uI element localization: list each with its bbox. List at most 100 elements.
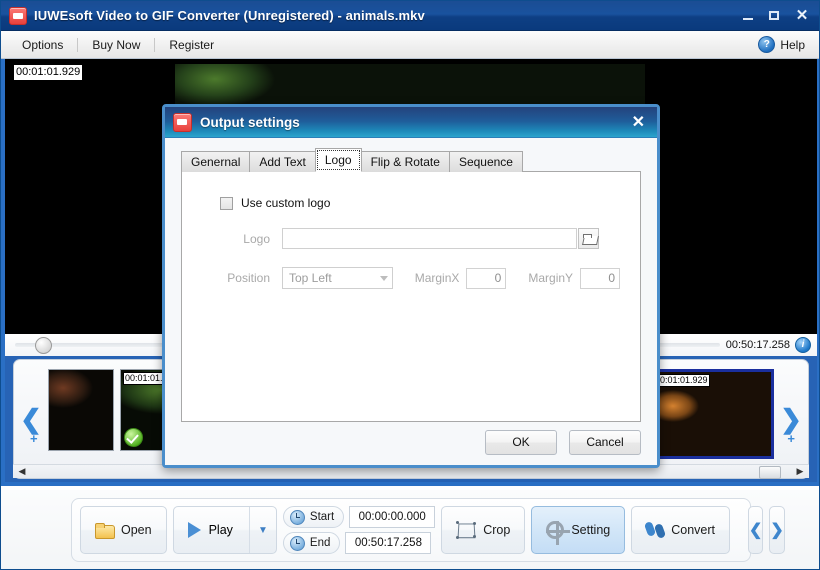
list-item-selected[interactable]: 00:01:01.929 — [648, 369, 774, 459]
tab-logo[interactable]: Logo — [314, 148, 362, 172]
chevron-left-icon: ❮ — [20, 403, 42, 434]
toolbar-panel: Open Play ▼ Start 00:00:00.000 End 00:50… — [71, 498, 785, 562]
trim-time-group: Start 00:00:00.000 End 00:50:17.258 — [282, 506, 436, 554]
use-custom-logo-label: Use custom logo — [241, 196, 331, 210]
start-time-input[interactable]: 00:00:00.000 — [349, 506, 436, 528]
dialog-title-bar: Output settings ✕ — [165, 107, 657, 137]
thumbnail-timestamp: 00:01:01.929 — [653, 374, 710, 387]
application-window: IUWEsoft Video to GIF Converter (Unregis… — [0, 0, 820, 570]
gear-icon — [546, 521, 571, 545]
logo-field-label: Logo — [243, 231, 270, 246]
tab-sequence[interactable]: Sequence — [448, 151, 523, 172]
position-label: Position — [227, 271, 270, 285]
menu-item-help[interactable]: ? Help — [758, 36, 813, 53]
marginx-label: MarginX — [414, 271, 460, 285]
marginy-input[interactable]: 0 — [580, 267, 621, 289]
clock-icon — [289, 535, 305, 551]
end-label: End — [309, 537, 331, 549]
play-icon — [187, 522, 201, 538]
start-label: Start — [309, 511, 335, 523]
question-mark-icon: ? — [758, 36, 776, 53]
open-label: Open — [121, 523, 152, 537]
open-button[interactable]: Open — [80, 506, 167, 554]
tab-flip-rotate[interactable]: Flip & Rotate — [360, 151, 450, 172]
tab-genernal[interactable]: Genernal — [181, 151, 251, 172]
dialog-tabs: Genernal Add Text Logo Flip & Rotate Seq… — [181, 148, 645, 172]
menu-divider — [77, 37, 79, 52]
play-dropdown-button[interactable]: ▼ — [248, 507, 276, 553]
list-item[interactable] — [48, 369, 114, 451]
menu-bar: Options Buy Now Register ? Help — [1, 31, 819, 59]
add-next-frame-button[interactable]: ❯ + — [774, 360, 808, 478]
bottom-toolbar: Open Play ▼ Start 00:00:00.000 End 00:50… — [1, 490, 819, 569]
output-settings-dialog: Output settings ✕ Genernal Add Text Logo… — [162, 104, 660, 468]
play-button-group[interactable]: Play ▼ — [172, 506, 277, 554]
crop-button[interactable]: Crop — [441, 506, 526, 554]
start-button[interactable]: Start — [282, 506, 345, 528]
dialog-body: Genernal Add Text Logo Flip & Rotate Seq… — [165, 137, 657, 465]
add-prev-frame-button[interactable]: ❮ + — [14, 360, 48, 478]
nav-next-button[interactable]: ❯ — [769, 506, 785, 554]
convert-label: Convert — [671, 523, 716, 537]
maximize-button[interactable] — [768, 9, 782, 23]
menu-item-buy-now[interactable]: Buy Now — [79, 35, 153, 55]
position-selected-value: Top Left — [289, 271, 332, 285]
plus-icon: + — [30, 431, 38, 446]
chevron-down-icon — [379, 275, 388, 281]
clock-icon — [289, 509, 305, 525]
marginy-label: MarginY — [528, 271, 574, 285]
close-button[interactable]: ✕ — [795, 8, 809, 23]
plus-icon: + — [787, 431, 795, 446]
window-title: IUWEsoft Video to GIF Converter (Unregis… — [34, 8, 425, 23]
play-label: Play — [208, 523, 233, 537]
marginx-input[interactable]: 0 — [466, 267, 507, 289]
logo-path-input[interactable] — [282, 228, 577, 249]
start-time-row: Start 00:00:00.000 — [282, 506, 436, 528]
use-custom-logo-checkbox[interactable] — [220, 196, 233, 210]
scroll-left-icon[interactable]: ◀ — [16, 466, 28, 477]
end-button[interactable]: End — [282, 532, 341, 554]
info-icon[interactable]: i — [795, 337, 811, 353]
check-badge-icon — [124, 428, 143, 447]
preview-timestamp-overlay: 00:01:01.929 — [13, 64, 84, 81]
logo-tab-panel: Use custom logo Logo Position Top Left M… — [181, 171, 641, 422]
position-row: Position Top Left MarginX 0 MarginY 0 — [220, 267, 621, 289]
logo-path-row: Logo — [220, 228, 620, 249]
scroll-right-icon[interactable]: ▶ — [794, 466, 806, 477]
cancel-button[interactable]: Cancel — [569, 430, 641, 455]
setting-label: Setting — [571, 523, 611, 537]
video-frame-image — [175, 59, 645, 107]
dialog-button-row: OK Cancel — [485, 430, 641, 455]
seek-handle[interactable] — [35, 337, 52, 354]
menu-item-options[interactable]: Options — [9, 35, 76, 55]
folder-icon — [95, 522, 115, 539]
dialog-title: Output settings — [200, 114, 300, 130]
play-button[interactable]: Play — [174, 507, 249, 553]
dialog-close-button[interactable]: ✕ — [632, 112, 645, 132]
crop-label: Crop — [483, 523, 511, 537]
video-app-icon — [173, 112, 192, 132]
convert-icon — [646, 521, 664, 539]
menu-item-register[interactable]: Register — [156, 35, 227, 55]
use-custom-logo-row[interactable]: Use custom logo — [220, 196, 620, 210]
end-time-row: End 00:50:17.258 — [282, 532, 435, 554]
setting-button[interactable]: Setting — [531, 506, 626, 554]
help-label: Help — [780, 37, 805, 52]
nav-prev-button[interactable]: ❮ — [748, 506, 764, 554]
crop-icon — [456, 521, 477, 539]
thumbnail-image — [49, 370, 113, 450]
title-bar: IUWEsoft Video to GIF Converter (Unregis… — [1, 1, 819, 31]
end-time-input[interactable]: 00:50:17.258 — [345, 532, 432, 554]
window-controls: ✕ — [741, 8, 809, 23]
position-select[interactable]: Top Left — [282, 267, 393, 289]
tab-add-text[interactable]: Add Text — [249, 151, 316, 172]
convert-button[interactable]: Convert — [631, 506, 731, 554]
video-app-icon — [9, 6, 27, 25]
ok-button[interactable]: OK — [485, 430, 557, 455]
chevron-right-icon: ❯ — [780, 403, 802, 434]
menu-divider — [154, 37, 156, 52]
total-duration-label: 00:50:17.258 — [725, 339, 790, 351]
scrollbar-thumb[interactable] — [759, 466, 781, 479]
minimize-button[interactable] — [741, 9, 755, 23]
folder-open-icon[interactable] — [578, 228, 599, 249]
